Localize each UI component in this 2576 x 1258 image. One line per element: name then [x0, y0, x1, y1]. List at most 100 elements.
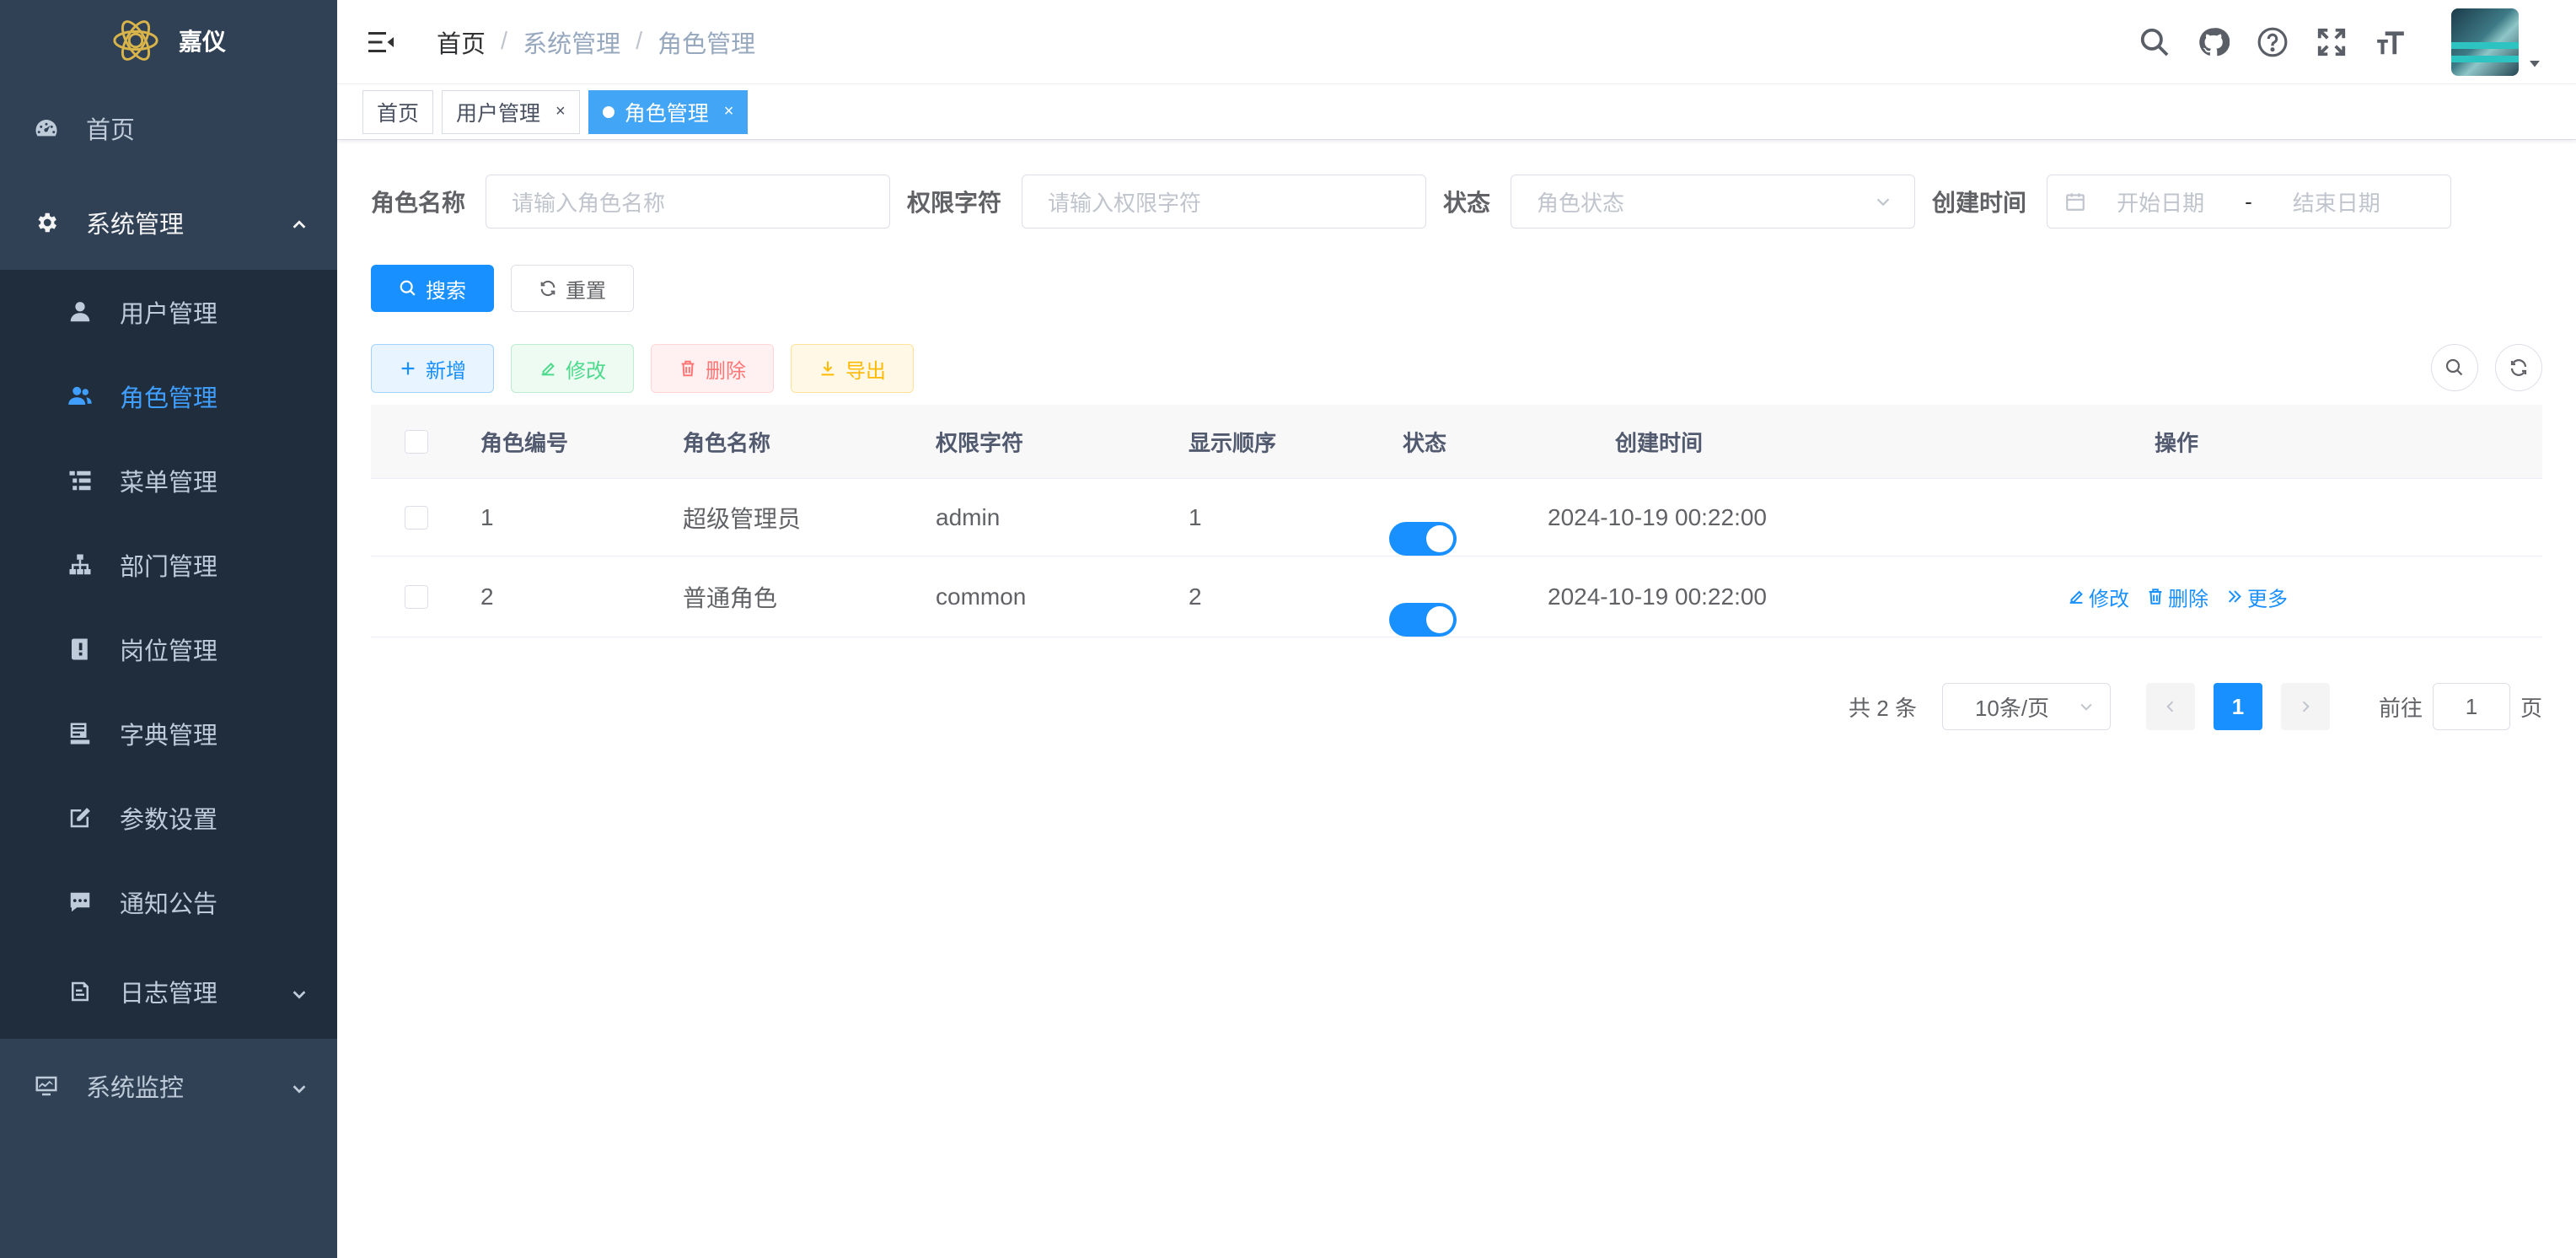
log-icon	[67, 979, 93, 1004]
font-size-icon[interactable]	[2374, 25, 2407, 59]
sidebar-item-label: 参数设置	[120, 807, 218, 834]
chevron-left-icon	[2166, 701, 2174, 712]
sidebar-item-label: 通知公告	[120, 891, 218, 918]
row-more-label: 更多	[2247, 588, 2288, 610]
next-page-button[interactable]	[2280, 683, 2330, 730]
table-toolbar: 新增 修改 删除 导出	[371, 344, 2542, 393]
fullscreen-icon[interactable]	[2315, 25, 2348, 59]
cell-sort-order: 2	[1189, 583, 1202, 610]
goto-label: 前往	[2378, 695, 2423, 721]
date-range-picker[interactable]: 开始日期 - 结束日期	[2047, 175, 2452, 228]
row-more-link[interactable]: 更多	[2225, 582, 2288, 611]
add-button-label: 新增	[426, 359, 466, 383]
close-icon[interactable]: ×	[724, 102, 734, 121]
page-size-select[interactable]: 10条/页	[1941, 683, 2111, 730]
perm-key-placeholder: 请输入权限字符	[1048, 190, 1202, 216]
start-date-placeholder[interactable]: 开始日期	[2117, 186, 2204, 218]
avatar[interactable]	[2451, 8, 2519, 76]
reset-button[interactable]: 重置	[511, 265, 634, 312]
peoples-icon	[67, 384, 93, 409]
search-button-label: 搜索	[426, 279, 466, 303]
sidebar-item-dict[interactable]: 字典管理	[0, 691, 337, 776]
navbar: 首页 / 系统管理 / 角色管理	[337, 0, 2576, 84]
monitor-icon	[34, 1073, 59, 1099]
gear-icon	[34, 210, 59, 235]
status-switch[interactable]	[1389, 603, 1457, 637]
filter-actions: 搜索 重置	[371, 265, 2542, 312]
edit-button[interactable]: 修改	[511, 344, 634, 393]
sidebar-item-label: 岗位管理	[120, 638, 218, 665]
refresh-table-button[interactable]	[2495, 344, 2542, 391]
close-icon[interactable]: ×	[555, 102, 566, 121]
github-icon[interactable]	[2197, 25, 2230, 59]
sidebar-item-label: 字典管理	[120, 723, 218, 750]
download-icon	[821, 361, 835, 376]
sidebar-item-menu[interactable]: 菜单管理	[0, 438, 337, 523]
cell-sort-order: 1	[1189, 503, 1202, 530]
sidebar-item-user[interactable]: 用户管理	[0, 270, 337, 354]
sidebar-item-dept[interactable]: 部门管理	[0, 523, 337, 607]
main-area: 首页 / 系统管理 / 角色管理 首页 用户管理 × 角色管理 × 角色名称 请…	[337, 0, 2576, 1258]
goto-page-input[interactable]: 1	[2432, 683, 2510, 730]
trash-icon	[2149, 589, 2162, 605]
header-role-key: 权限字符	[936, 430, 1024, 455]
row-delete-link[interactable]: 删除	[2146, 582, 2208, 611]
status-switch[interactable]	[1389, 522, 1457, 556]
export-button[interactable]: 导出	[791, 344, 914, 393]
avatar-stripe	[2451, 55, 2519, 62]
tag-user-management[interactable]: 用户管理 ×	[442, 89, 580, 134]
edit-button-label: 修改	[566, 359, 606, 383]
cell-role-key: common	[936, 583, 1027, 610]
status-label: 状态	[1443, 190, 1491, 216]
calendar-icon	[2066, 193, 2085, 211]
refresh-icon	[540, 280, 555, 297]
tag-label: 角色管理	[624, 101, 709, 126]
table-header: 角色编号 角色名称 权限字符 显示顺序 状态 创建时间 操作	[371, 405, 2542, 479]
sidebar-item-config[interactable]: 参数设置	[0, 776, 337, 860]
sidebar-item-log[interactable]: 日志管理	[0, 944, 337, 1039]
edit-icon	[2069, 590, 2083, 604]
sidebar-item-label: 用户管理	[120, 301, 218, 328]
hamburger-icon[interactable]	[366, 27, 396, 57]
role-name-input[interactable]: 请输入角色名称	[486, 175, 891, 228]
cell-role-id: 1	[480, 503, 494, 530]
row-edit-link[interactable]: 修改	[2067, 582, 2129, 611]
breadcrumb-home[interactable]: 首页	[437, 24, 486, 60]
sidebar-item-post[interactable]: 岗位管理	[0, 607, 337, 691]
search-icon[interactable]	[2138, 25, 2171, 59]
sidebar-item-notice[interactable]: 通知公告	[0, 860, 337, 944]
perm-key-input[interactable]: 请输入权限字符	[1022, 175, 1427, 228]
prev-page-button[interactable]	[2145, 683, 2195, 730]
select-all-checkbox[interactable]	[405, 429, 428, 454]
question-icon[interactable]	[2256, 25, 2289, 59]
sidebar-item-monitor[interactable]: 系统监控	[0, 1039, 337, 1133]
sidebar-item-system[interactable]: 系统管理	[0, 175, 337, 270]
add-button[interactable]: 新增	[371, 344, 494, 393]
export-button-label: 导出	[845, 359, 886, 383]
brand[interactable]: 嘉仪	[0, 0, 337, 81]
logo-icon	[113, 20, 158, 61]
tag-home[interactable]: 首页	[362, 89, 434, 134]
search-button[interactable]: 搜索	[371, 265, 494, 312]
row-edit-label: 修改	[2089, 588, 2129, 610]
delete-button-label: 删除	[706, 359, 746, 383]
user-avatar-menu[interactable]	[2451, 8, 2542, 76]
sidebar-item-role[interactable]: 角色管理	[0, 354, 337, 438]
sidebar-item-label: 首页	[86, 117, 136, 144]
sidebar-item-label: 日志管理	[120, 981, 218, 1008]
status-select[interactable]: 角色状态	[1511, 175, 1916, 228]
end-date-placeholder[interactable]: 结束日期	[2293, 186, 2380, 218]
trash-icon	[681, 360, 695, 377]
range-separator: -	[2245, 188, 2252, 214]
delete-button[interactable]: 删除	[651, 344, 774, 393]
toggle-search-button[interactable]	[2431, 344, 2478, 391]
tag-label: 用户管理	[456, 101, 541, 126]
page-number-current[interactable]: 1	[2213, 683, 2262, 730]
sidebar-item-home[interactable]: 首页	[0, 81, 337, 175]
row-checkbox[interactable]	[405, 584, 428, 609]
sidebar: 嘉仪 首页 系统管理 用户管理 角色管理 菜单管理 部门管理 岗位管理 字典管理…	[0, 0, 337, 1258]
tag-role-management[interactable]: 角色管理 ×	[588, 89, 749, 134]
user-icon	[67, 299, 93, 325]
row-checkbox[interactable]	[405, 505, 428, 530]
create-time-label: 创建时间	[1932, 190, 2027, 216]
